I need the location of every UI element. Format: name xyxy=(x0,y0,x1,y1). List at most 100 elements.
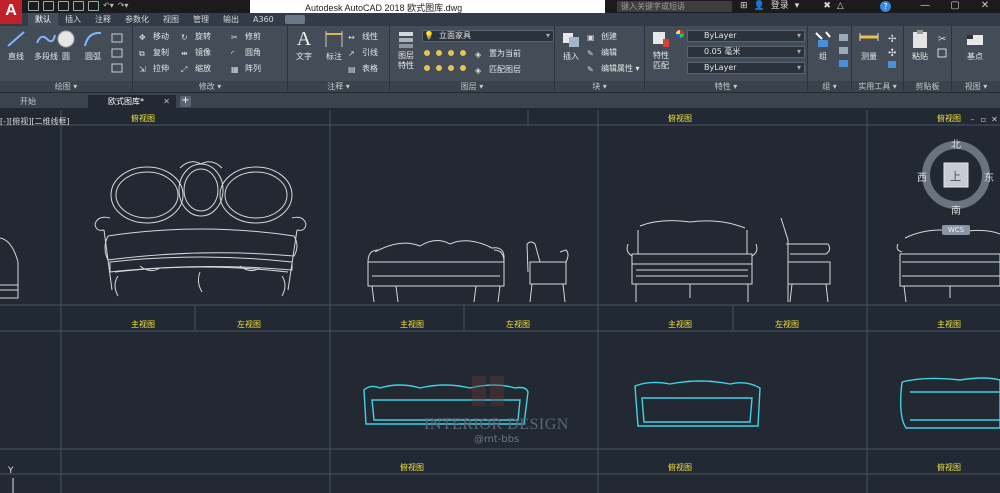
maximize-button[interactable]: ▢ xyxy=(940,0,970,13)
linear-button[interactable]: ↔ 线性 xyxy=(348,31,378,43)
layer-tools-icon[interactable] xyxy=(422,48,472,76)
new-file-icon[interactable] xyxy=(28,1,39,11)
svg-text:✢: ✢ xyxy=(888,34,896,45)
mirror-button[interactable]: ⇹ 镜像 xyxy=(181,47,211,59)
edit-attributes-button[interactable]: ✎ 编辑属性 ▾ xyxy=(587,63,640,75)
panel-block-title[interactable]: 块 ▾ xyxy=(555,81,644,92)
new-tab-button[interactable]: + xyxy=(180,96,191,107)
edit-block-button[interactable]: ✎ 编辑 xyxy=(587,47,617,59)
label-left-view-3: 左视图 xyxy=(775,320,799,329)
search-input[interactable]: 键入关键字或短语 xyxy=(617,1,732,12)
layer-dropdown[interactable]: 立面家具 xyxy=(422,30,554,42)
redo-icon[interactable]: ↷▾ xyxy=(118,1,129,11)
ribbon-minimize-toggle[interactable] xyxy=(284,15,305,24)
group-button[interactable]: 组 xyxy=(810,29,836,62)
create-block-button[interactable]: ▣ 创建 xyxy=(587,31,617,43)
label-left-view-1: 左视图 xyxy=(237,320,261,329)
undo-icon[interactable]: ↶▾ xyxy=(103,1,114,11)
viewcube-south[interactable]: 南 xyxy=(951,202,961,217)
close-button[interactable]: ✕ xyxy=(970,0,1000,13)
binoculars-icon[interactable]: ⊞ xyxy=(740,0,748,13)
tab-manage[interactable]: 管理 xyxy=(186,13,216,26)
insert-button[interactable]: 插入 xyxy=(555,29,587,62)
panel-utilities-title[interactable]: 实用工具 ▾ xyxy=(852,81,903,92)
set-current-button[interactable]: ◈ 置为当前 xyxy=(475,48,521,60)
tab-european-library[interactable]: 欧式图库* ✕ xyxy=(88,95,176,108)
chevron-down-icon[interactable]: ▾ xyxy=(795,0,800,13)
close-tab-icon[interactable]: ✕ xyxy=(163,95,170,108)
tab-a360[interactable]: A360 xyxy=(246,13,281,26)
viewcube[interactable]: 北 南 西 东 上 xyxy=(917,140,994,217)
group-tools-icon[interactable] xyxy=(838,32,850,72)
panel-group-title[interactable]: 组 ▾ xyxy=(808,81,851,92)
scale-button[interactable]: ⤢ 缩放 xyxy=(181,63,211,75)
paste-button[interactable]: 粘贴 xyxy=(906,29,934,62)
minimize-button[interactable]: — xyxy=(910,0,940,13)
leader-button[interactable]: ↗ 引线 xyxy=(348,47,378,59)
tab-output[interactable]: 输出 xyxy=(216,13,246,26)
viewcube-east[interactable]: 东 xyxy=(984,169,994,184)
insert-label: 插入 xyxy=(563,52,579,61)
viewcube-west[interactable]: 西 xyxy=(917,169,927,184)
stretch-button[interactable]: ⇲ 拉伸 xyxy=(139,63,169,75)
tab-default[interactable]: 默认 xyxy=(28,13,58,26)
print-icon[interactable] xyxy=(88,1,99,11)
base-point-button[interactable]: 基点 xyxy=(958,29,992,62)
move-button[interactable]: ✥ 移动 xyxy=(139,31,169,43)
line-label: 直线 xyxy=(8,52,24,61)
user-icon[interactable]: 👤 xyxy=(754,0,765,13)
linetype-dropdown[interactable]: ByLayer xyxy=(687,62,805,74)
viewcube-top-face[interactable]: 上 xyxy=(950,168,961,184)
table-button[interactable]: ▤ 表格 xyxy=(348,63,378,75)
panel-clipboard-title[interactable]: 剪贴板 xyxy=(904,81,951,92)
viewport-restore-button[interactable]: ▫ xyxy=(979,115,988,124)
layer-properties-button[interactable]: 图层 特性 xyxy=(390,29,422,71)
label-top-view-2: 俯视图 xyxy=(668,114,692,123)
color-dropdown[interactable]: ByLayer xyxy=(687,30,805,42)
tab-start[interactable]: 开始 xyxy=(0,95,88,108)
viewport-close-button[interactable]: ✕ xyxy=(990,115,999,124)
save-as-icon[interactable] xyxy=(73,1,84,11)
panel-view-title[interactable]: 视图 ▾ xyxy=(952,81,1000,92)
tab-insert[interactable]: 插入 xyxy=(58,13,88,26)
application-menu-button[interactable]: A xyxy=(0,0,22,24)
save-icon[interactable] xyxy=(58,1,69,11)
circle-button[interactable]: 圆 xyxy=(52,29,80,62)
sofa-third-side-drawing xyxy=(780,217,831,303)
rotate-button[interactable]: ↻ 旋转 xyxy=(181,31,211,43)
utilities-tools-icon[interactable]: ✢✣ xyxy=(886,32,900,72)
a360-icon[interactable]: △ xyxy=(837,0,844,13)
array-button[interactable]: ▦ 阵列 xyxy=(231,63,261,75)
dimension-label: 标注 xyxy=(326,52,342,61)
viewcube-north[interactable]: 北 xyxy=(951,136,961,151)
panel-layers-title[interactable]: 图层 ▾ xyxy=(390,81,554,92)
color-wheel-icon[interactable] xyxy=(676,30,684,38)
match-properties-button[interactable]: 特性 匹配 xyxy=(645,29,677,71)
login-button[interactable]: 登录 xyxy=(771,0,789,13)
line-icon xyxy=(7,31,25,47)
wcs-menu-button[interactable]: WCS xyxy=(942,225,970,235)
fillet-button[interactable]: ◜ 圆角 xyxy=(231,47,261,59)
panel-modify-title[interactable]: 修改 ▾ xyxy=(133,81,287,92)
panel-draw-title[interactable]: 绘图 ▾ xyxy=(0,81,132,92)
viewport-minimize-button[interactable]: – xyxy=(968,115,977,124)
dimension-button[interactable]: 标注 xyxy=(318,29,350,62)
draw-small-tools-icon[interactable] xyxy=(110,32,128,76)
match-layer-button[interactable]: ◈ 匹配图层 xyxy=(475,64,521,76)
panel-properties-title[interactable]: 特性 ▾ xyxy=(645,81,807,92)
text-button[interactable]: A 文字 xyxy=(288,29,320,62)
exchange-icon[interactable]: ✖ xyxy=(823,0,831,13)
tab-annotate[interactable]: 注释 xyxy=(88,13,118,26)
trim-button[interactable]: ✂ 修剪 xyxy=(231,31,261,43)
open-file-icon[interactable] xyxy=(43,1,54,11)
copy-button[interactable]: ⧉ 复制 xyxy=(139,47,169,59)
lineweight-dropdown[interactable]: 0.05 毫米 xyxy=(687,46,805,58)
clipboard-tools-icon[interactable]: ✂ xyxy=(936,32,950,72)
help-icon[interactable]: ? xyxy=(880,1,891,12)
measure-button[interactable]: 测量 xyxy=(854,29,884,62)
tab-view[interactable]: 视图 xyxy=(156,13,186,26)
tab-parametric[interactable]: 参数化 xyxy=(118,13,156,26)
panel-annotation-title[interactable]: 注释 ▾ xyxy=(288,81,389,92)
viewport-label[interactable]: [-][俯视][二维线框] xyxy=(0,116,70,127)
arc-button[interactable]: 圆弧 xyxy=(80,29,106,62)
